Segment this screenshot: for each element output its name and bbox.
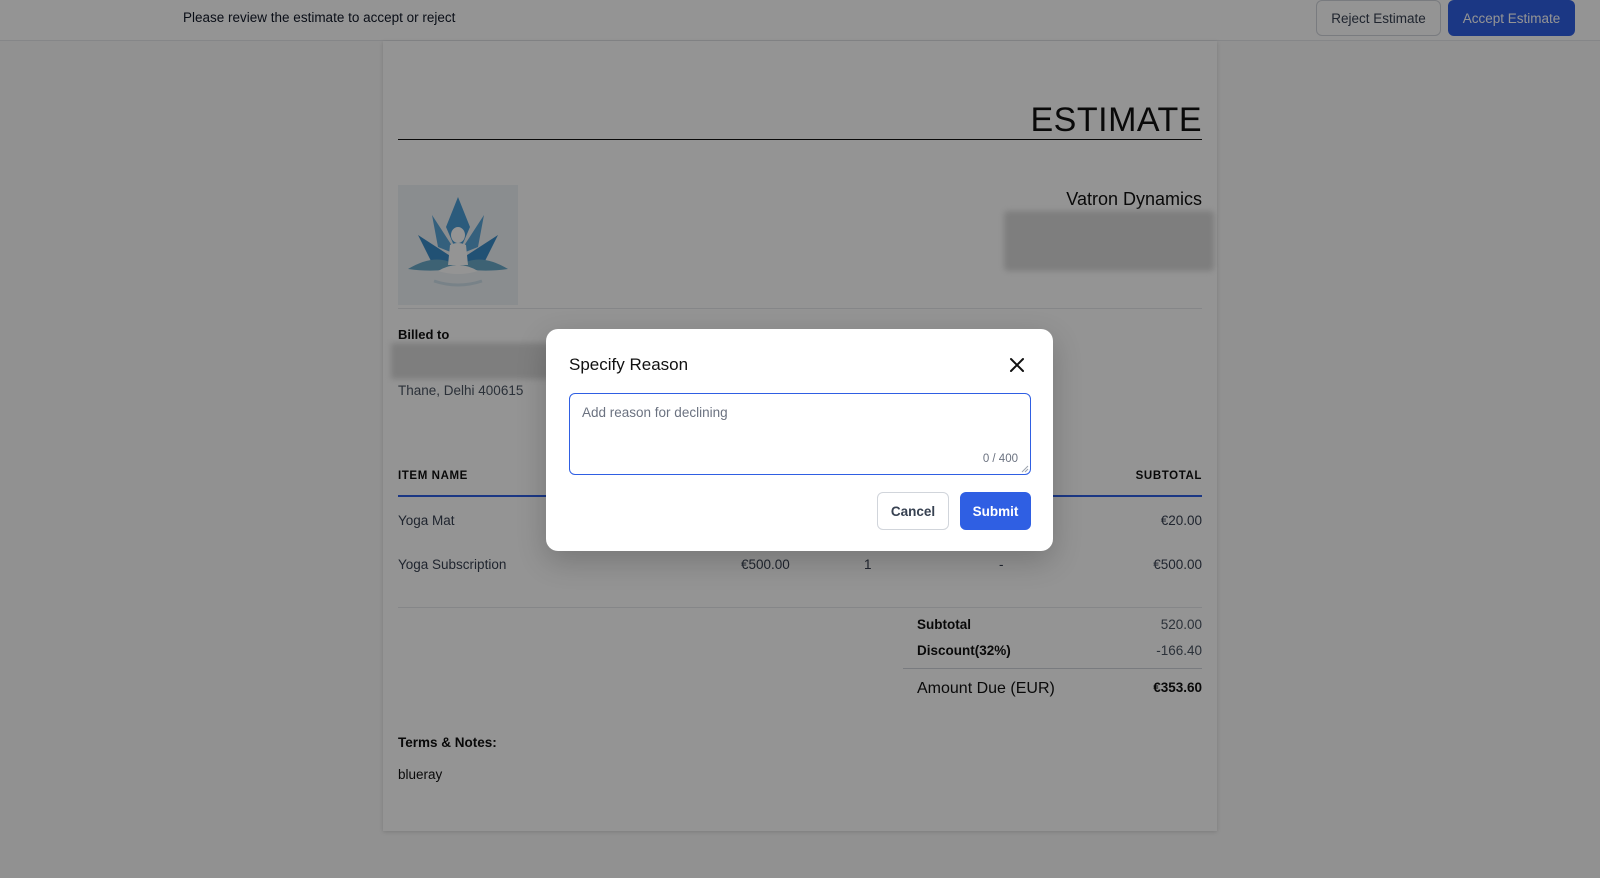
reason-textarea[interactable]: [570, 394, 1030, 474]
close-icon: [1010, 358, 1024, 372]
submit-button[interactable]: Submit: [960, 492, 1031, 530]
dialog-title: Specify Reason: [569, 355, 689, 374]
character-counter: 0 / 400: [982, 453, 1018, 465]
reason-field: 0 / 400: [569, 393, 1031, 475]
resize-handle-icon[interactable]: [1021, 465, 1029, 473]
close-button[interactable]: [1003, 351, 1031, 379]
specify-reason-dialog: Specify Reason 0 / 400 Cancel Submit: [546, 329, 1053, 551]
cancel-button[interactable]: Cancel: [877, 492, 949, 530]
